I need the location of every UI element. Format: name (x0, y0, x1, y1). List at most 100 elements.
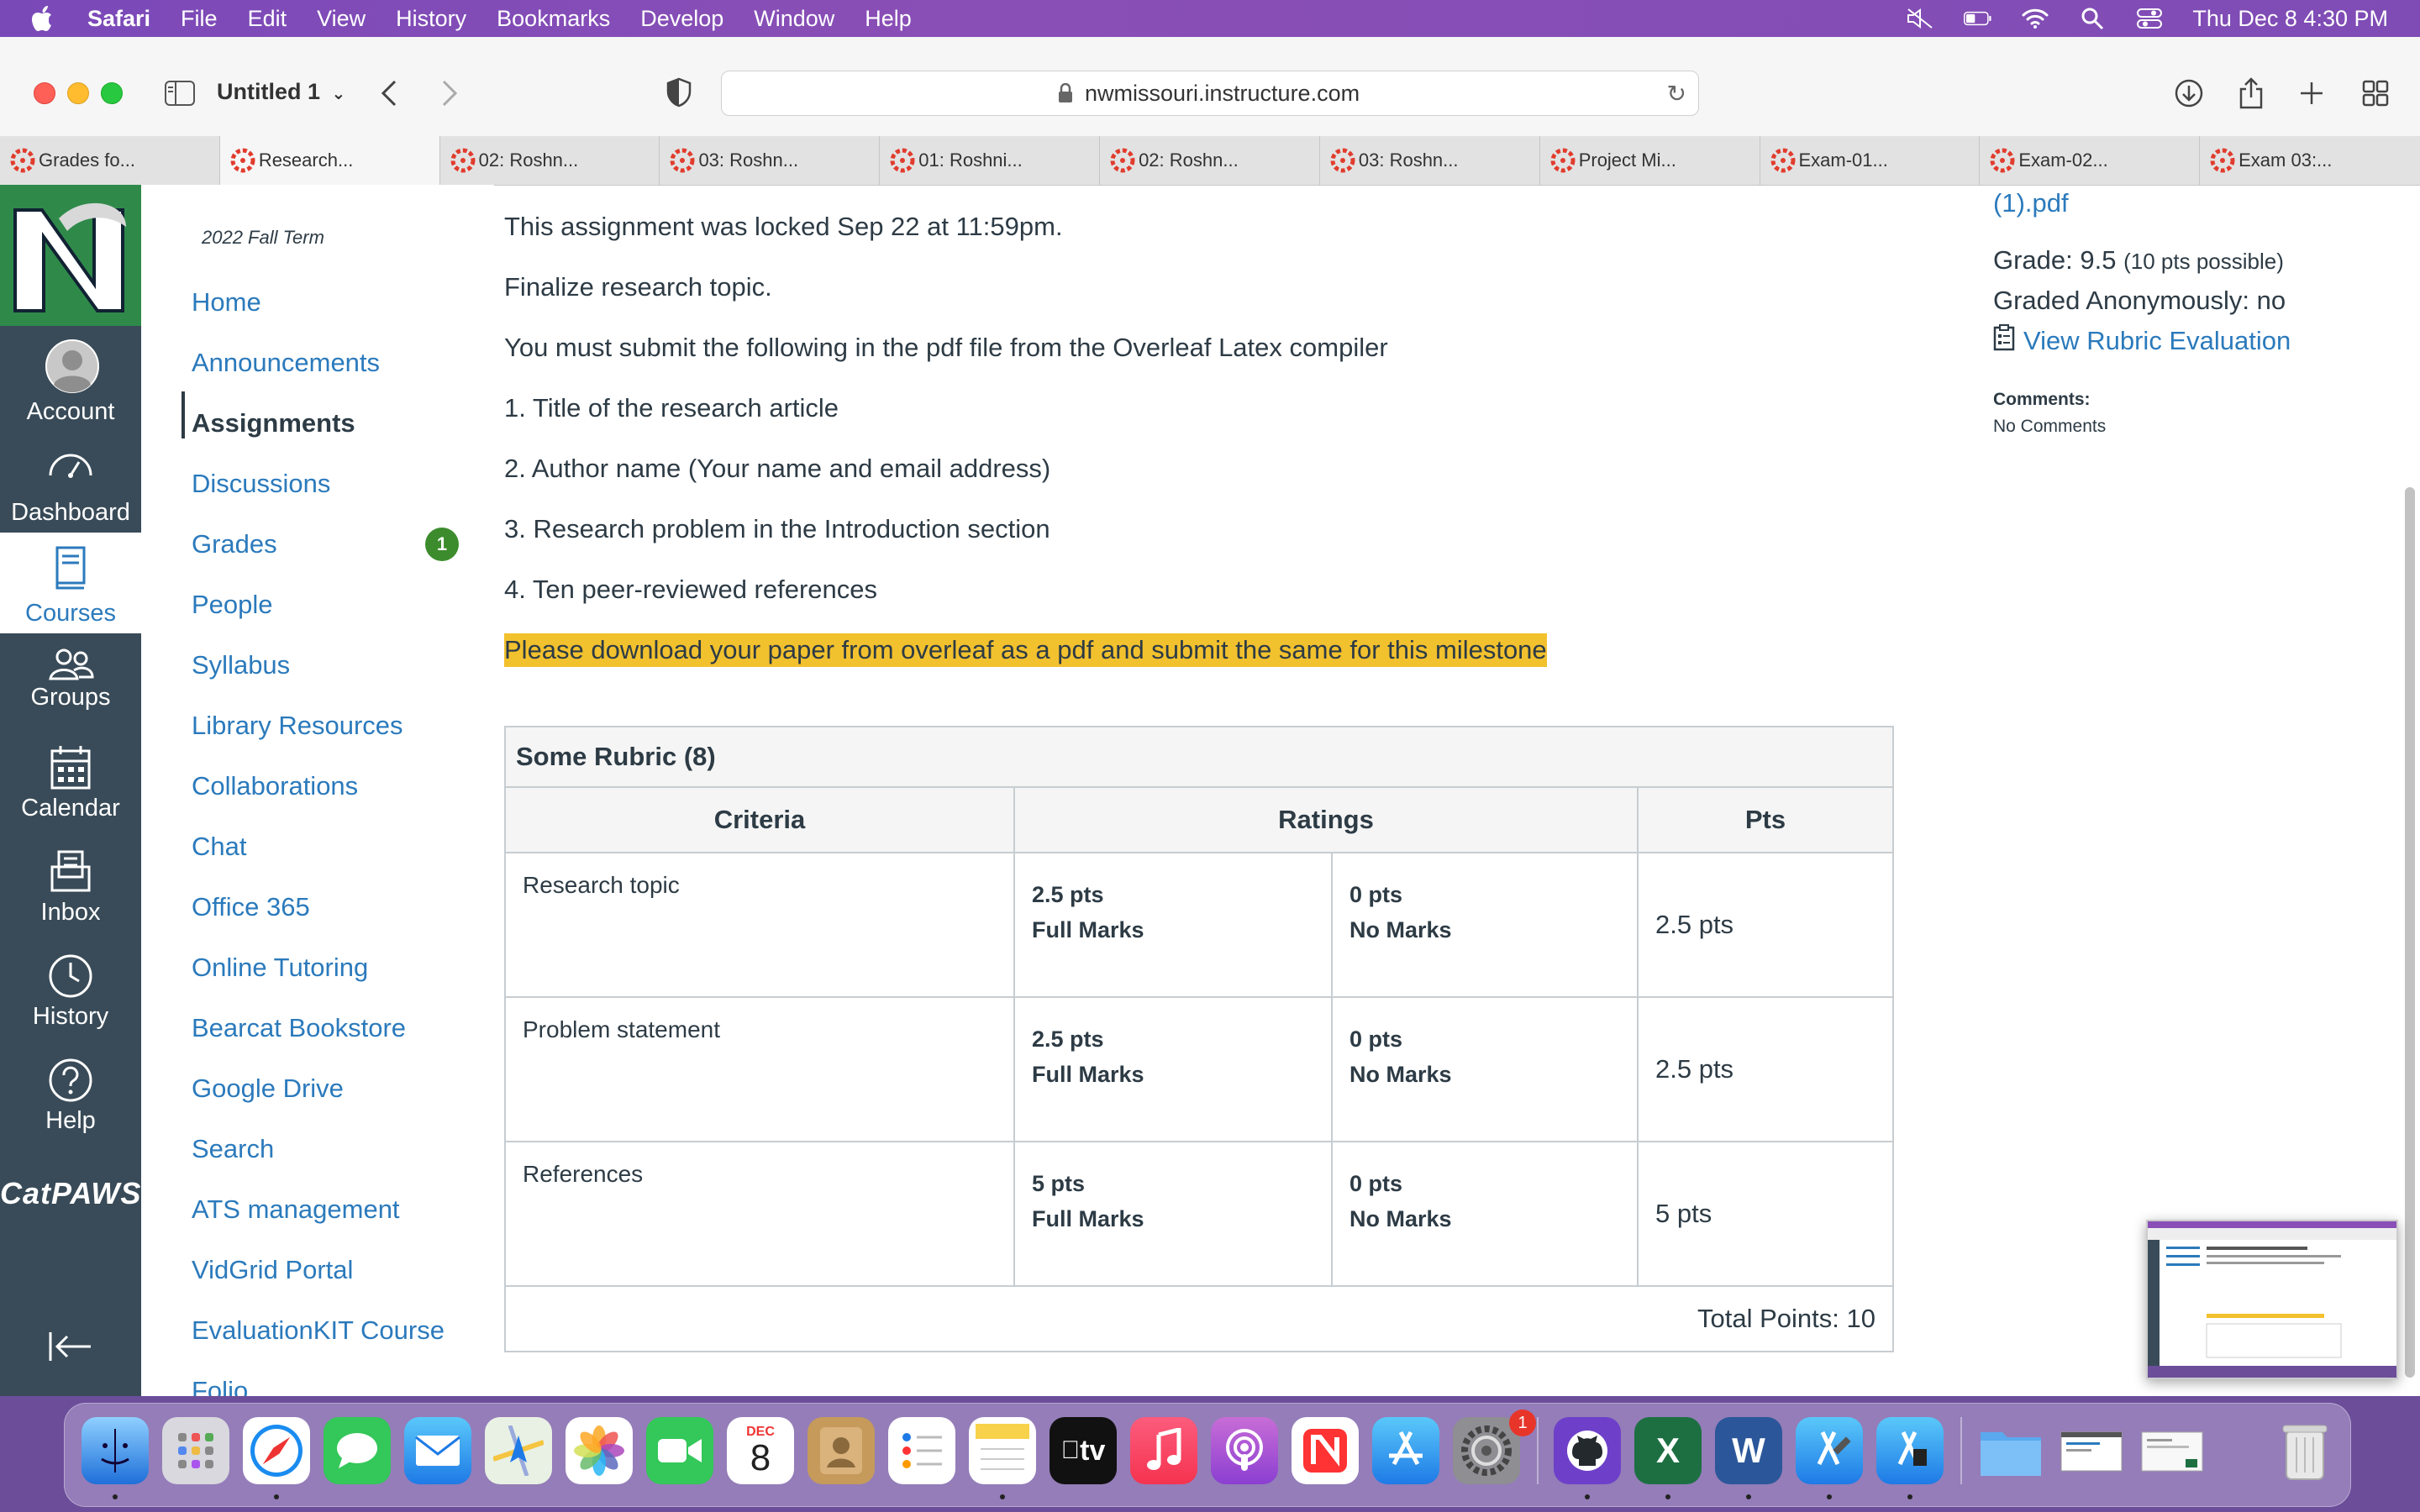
menu-edit[interactable]: Edit (248, 6, 287, 32)
word-icon[interactable]: W (1715, 1417, 1782, 1484)
course-nav-discussions[interactable]: Discussions (192, 469, 330, 499)
forward-button[interactable] (440, 79, 459, 115)
back-button[interactable] (380, 79, 398, 115)
xcode-icon[interactable] (1796, 1417, 1863, 1484)
battery-icon[interactable] (1964, 7, 1992, 30)
wifi-icon[interactable] (2021, 7, 2049, 30)
instruments-icon[interactable] (1876, 1417, 1944, 1484)
course-nav-collaborations[interactable]: Collaborations (192, 771, 358, 801)
finder-icon[interactable] (82, 1417, 149, 1484)
course-nav-home[interactable]: Home (192, 287, 261, 318)
course-nav-search[interactable]: Search (192, 1134, 274, 1164)
reload-icon[interactable]: ↻ (1667, 80, 1686, 108)
course-nav-syllabus[interactable]: Syllabus (192, 650, 290, 680)
menu-window[interactable]: Window (754, 6, 834, 32)
global-nav-courses[interactable]: Courses (0, 533, 141, 633)
course-nav-evaluationkit[interactable]: EvaluationKIT Course (192, 1315, 445, 1346)
music-icon[interactable] (1130, 1417, 1197, 1484)
tab-overview-icon[interactable] (2360, 77, 2391, 109)
tab-group-picker[interactable]: Untitled 1 ⌄ (217, 79, 345, 105)
catpaws-link[interactable]: CatPAWS (0, 1176, 141, 1211)
downloads-folder-icon[interactable] (1977, 1417, 2044, 1484)
university-logo[interactable] (0, 185, 141, 326)
course-nav-vidgrid-portal[interactable]: VidGrid Portal (192, 1255, 353, 1285)
menu-app-safari[interactable]: Safari (87, 6, 150, 32)
messages-icon[interactable] (324, 1417, 391, 1484)
share-icon[interactable] (2235, 77, 2267, 109)
course-nav-google-drive[interactable]: Google Drive (192, 1074, 344, 1104)
global-nav-inbox[interactable]: Inbox (0, 838, 141, 939)
browser-tab[interactable]: 03: Roshn... (660, 136, 881, 185)
apple-icon[interactable] (30, 3, 57, 34)
view-rubric-evaluation-link[interactable]: View Rubric Evaluation (1993, 324, 2291, 358)
global-nav-dashboard[interactable]: Dashboard (0, 432, 141, 533)
close-window-button[interactable] (34, 82, 55, 104)
app-store-icon[interactable] (1372, 1417, 1439, 1484)
global-nav-help[interactable]: Help (0, 1047, 141, 1147)
browser-tab[interactable]: Project Mi... (1540, 136, 1760, 185)
course-nav-announcements[interactable]: Announcements (192, 348, 380, 378)
collapse-nav-icon[interactable] (45, 1326, 96, 1368)
course-nav-people[interactable]: People (192, 590, 273, 620)
recent-document-stack-icon[interactable] (2058, 1417, 2125, 1484)
podcasts-icon[interactable] (1211, 1417, 1278, 1484)
new-tab-icon[interactable] (2296, 77, 2328, 109)
page-scrollbar[interactable] (2405, 487, 2415, 1378)
spotlight-search-icon[interactable] (2078, 7, 2107, 30)
global-nav-account[interactable]: Account (0, 331, 141, 432)
browser-tab[interactable]: Exam-01... (1760, 136, 1981, 185)
menu-history[interactable]: History (396, 6, 466, 32)
menu-bookmarks[interactable]: Bookmarks (497, 6, 610, 32)
photos-icon[interactable] (566, 1417, 633, 1484)
course-nav-ats-management[interactable]: ATS management (192, 1194, 400, 1225)
global-nav-calendar[interactable]: Calendar (0, 734, 141, 835)
launchpad-icon[interactable] (162, 1417, 229, 1484)
browser-tab[interactable]: Exam 03:... (2200, 136, 2420, 185)
course-nav-chat[interactable]: Chat (192, 832, 246, 862)
excel-icon[interactable]: X (1634, 1417, 1702, 1484)
zoom-window-button[interactable] (101, 82, 123, 104)
course-nav-library-resources[interactable]: Library Resources (192, 711, 403, 741)
course-nav-bearcat-bookstore[interactable]: Bearcat Bookstore (192, 1013, 406, 1043)
facetime-icon[interactable] (646, 1417, 713, 1484)
news-icon[interactable] (1292, 1417, 1359, 1484)
maps-icon[interactable] (485, 1417, 552, 1484)
course-nav-grades[interactable]: Grades (192, 529, 277, 559)
browser-tab[interactable]: 01: Roshni... (880, 136, 1101, 185)
calendar-app-icon[interactable]: DEC 8 (727, 1417, 794, 1484)
screenshot-thumbnail-preview[interactable] (2146, 1220, 2398, 1379)
browser-tab-active[interactable]: Research... (219, 136, 440, 185)
github-desktop-icon[interactable] (1554, 1417, 1621, 1484)
browser-tab[interactable]: 03: Roshn... (1320, 136, 1540, 185)
submitted-file-link[interactable]: (1).pdf (1993, 188, 2069, 218)
menubar-clock[interactable]: Thu Dec 8 4:30 PM (2192, 6, 2388, 32)
privacy-shield-icon[interactable] (666, 77, 692, 108)
mail-icon[interactable] (404, 1417, 471, 1484)
sidebar-toggle-icon[interactable] (165, 81, 195, 106)
global-nav-groups[interactable]: Groups (0, 633, 141, 734)
address-bar[interactable]: nwmissouri.instructure.com ↻ (721, 71, 1699, 116)
browser-tab[interactable]: 02: Roshn... (1100, 136, 1320, 185)
downloads-icon[interactable] (2173, 77, 2205, 109)
contacts-icon[interactable] (808, 1417, 875, 1484)
course-nav-office-365[interactable]: Office 365 (192, 892, 310, 922)
browser-tab[interactable]: 02: Roshn... (440, 136, 660, 185)
minimize-window-button[interactable] (67, 82, 89, 104)
safari-icon[interactable] (243, 1417, 310, 1484)
course-nav-online-tutoring[interactable]: Online Tutoring (192, 953, 368, 983)
menu-file[interactable]: File (181, 6, 218, 32)
apple-tv-icon[interactable]: tv (1050, 1417, 1117, 1484)
menu-develop[interactable]: Develop (640, 6, 723, 32)
reminders-icon[interactable] (888, 1417, 955, 1484)
menu-help[interactable]: Help (865, 6, 912, 32)
browser-tab[interactable]: Grades fo... (0, 136, 220, 185)
control-center-icon[interactable] (2135, 7, 2164, 30)
recent-screenshot-stack-icon[interactable] (2139, 1417, 2206, 1484)
browser-tab[interactable]: Exam-02... (1980, 136, 2201, 185)
notes-icon[interactable] (969, 1417, 1036, 1484)
course-nav-assignments[interactable]: Assignments (192, 408, 355, 438)
trash-icon[interactable] (2271, 1417, 2338, 1484)
menu-view[interactable]: View (317, 6, 366, 32)
mute-icon[interactable] (1907, 7, 1935, 30)
global-nav-history[interactable]: History (0, 942, 141, 1043)
